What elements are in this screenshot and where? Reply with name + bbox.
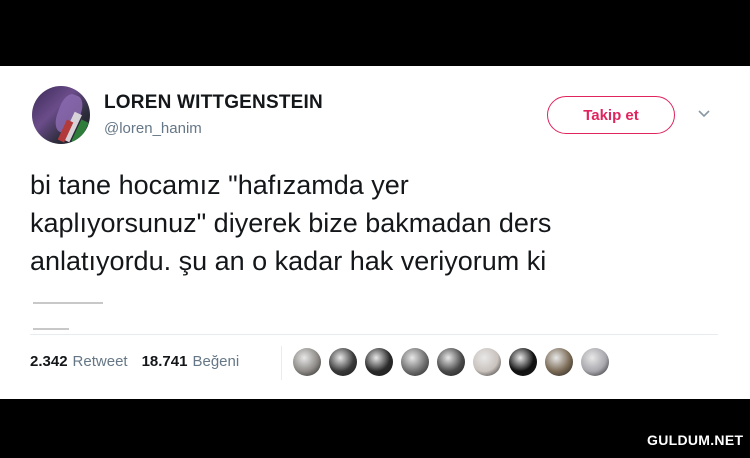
liker-avatar[interactable]	[365, 348, 393, 376]
like-count[interactable]: 18.741	[142, 353, 188, 370]
user-avatar[interactable]	[32, 86, 90, 144]
liker-avatar[interactable]	[581, 348, 609, 376]
tweet-text: bi tane hocamız "hafızamda yer kaplıyors…	[30, 170, 552, 276]
follow-button[interactable]: Takip et	[547, 96, 675, 134]
liker-avatar[interactable]	[437, 348, 465, 376]
watermark: GULDUM.NET	[647, 432, 744, 448]
user-handle[interactable]: @loren_hanim	[104, 120, 202, 137]
tweet-card: LOREN WITTGENSTEIN @loren_hanim Takip et…	[0, 66, 750, 399]
faint-line	[33, 328, 69, 330]
divider	[30, 334, 718, 335]
liker-avatar[interactable]	[401, 348, 429, 376]
retweet-label[interactable]: Retweet	[73, 353, 128, 370]
faint-line	[33, 302, 103, 304]
liker-avatar[interactable]	[329, 348, 357, 376]
liker-avatar[interactable]	[509, 348, 537, 376]
tweet-stats: 2.342 Retweet 18.741 Beğeni	[30, 353, 239, 370]
like-label[interactable]: Beğeni	[192, 353, 239, 370]
chevron-down-icon[interactable]	[697, 106, 711, 120]
liker-avatar[interactable]	[473, 348, 501, 376]
liker-avatar[interactable]	[545, 348, 573, 376]
user-display-name[interactable]: LOREN WITTGENSTEIN	[104, 92, 323, 114]
stats-separator	[281, 346, 282, 380]
liker-avatars	[293, 348, 617, 376]
liker-avatar[interactable]	[293, 348, 321, 376]
retweet-count[interactable]: 2.342	[30, 353, 68, 370]
